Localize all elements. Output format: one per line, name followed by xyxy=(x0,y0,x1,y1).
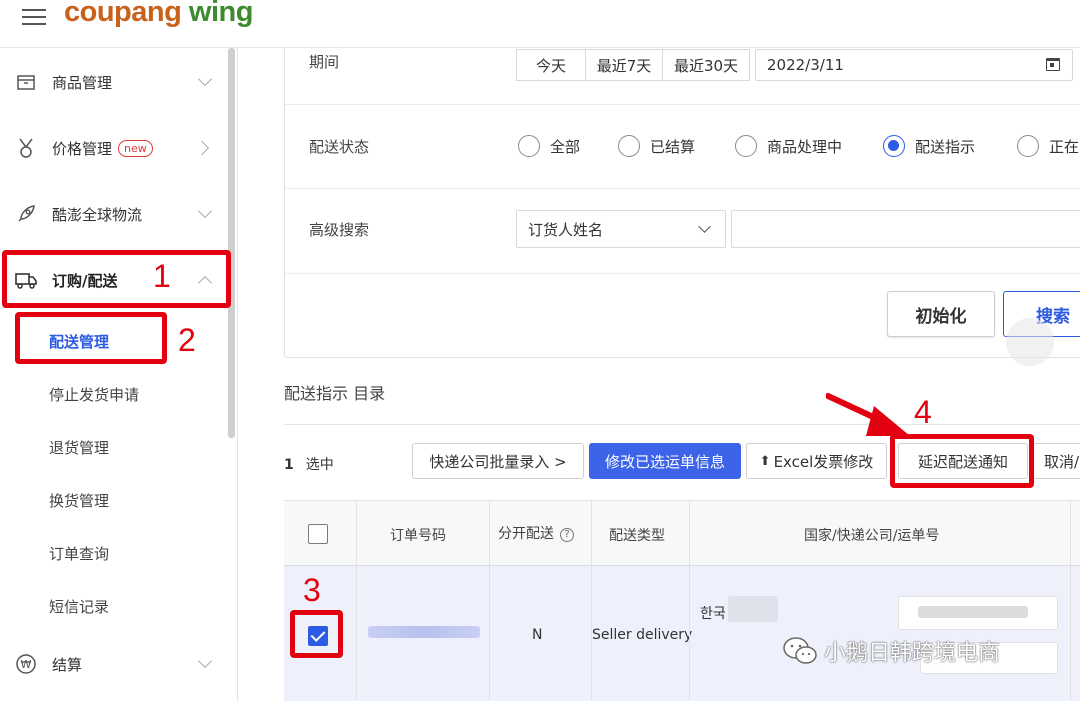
annotation-number-2: 2 xyxy=(178,322,196,358)
period-7days-button[interactable]: 最近7天 xyxy=(585,49,663,81)
watermark: 小鹅日韩跨境电商 xyxy=(782,635,1000,667)
upload-icon: ⬆ xyxy=(759,453,771,469)
cancel-button[interactable]: 取消/ xyxy=(1033,443,1080,479)
radio-circle xyxy=(518,135,540,157)
table-row[interactable]: N Seller delivery 한국 xyxy=(284,566,1080,701)
search-type-select[interactable]: 订货人姓名 xyxy=(516,210,726,248)
annotation-number-1: 1 xyxy=(153,258,171,294)
top-header: coupang wing xyxy=(0,0,1080,48)
split-delivery-value: N xyxy=(532,627,543,643)
delivery-type-value: Seller delivery xyxy=(592,627,693,643)
sidebar-subitem-order-search[interactable]: 订单查询 xyxy=(49,543,109,564)
radio-circle xyxy=(735,135,757,157)
chevron-down-icon xyxy=(197,203,213,219)
rocket-icon xyxy=(14,202,38,226)
selected-count: 1 选中 xyxy=(284,457,334,473)
won-coin-icon: ₩ xyxy=(14,652,38,676)
period-label: 期间 xyxy=(309,53,340,71)
svg-text:₩: ₩ xyxy=(21,658,32,671)
sidebar-subitem-stop-shipping[interactable]: 停止发货申请 xyxy=(49,384,139,405)
chevron-down-icon xyxy=(197,653,213,669)
column-delivery-type: 配送类型 xyxy=(609,528,665,544)
order-number-blurred xyxy=(368,626,480,638)
box-icon xyxy=(14,70,38,94)
table-header: 订单号码 分开配送? 配送类型 国家/快递公司/运单号 xyxy=(284,500,1080,566)
select-all-checkbox[interactable] xyxy=(308,524,328,544)
sidebar-subitem-sms-log[interactable]: 短信记录 xyxy=(49,596,109,617)
chevron-down-icon xyxy=(698,220,711,233)
annotation-arrow-icon xyxy=(826,393,910,436)
excel-invoice-button[interactable]: ⬆ Excel发票修改 xyxy=(746,443,887,479)
date-field[interactable]: 2022/3/11 xyxy=(755,49,1073,81)
annotation-box-2 xyxy=(15,312,167,364)
sidebar-item-product[interactable]: 商品管理 xyxy=(0,50,228,114)
annotation-number-4: 4 xyxy=(914,394,932,430)
filter-panel: 期间 今天 最近7天 最近30天 2022/3/11 配送状态 全部 已结算 商… xyxy=(284,46,1080,358)
status-radio-delivery-instruction[interactable]: 配送指示 xyxy=(883,135,975,157)
radio-circle-selected xyxy=(883,135,905,157)
menu-icon[interactable] xyxy=(22,9,46,25)
sidebar-subitem-exchange[interactable]: 换货管理 xyxy=(49,490,109,511)
sidebar-item-settlement[interactable]: ₩ 结算 xyxy=(0,632,228,696)
status-radio-processing[interactable]: 商品处理中 xyxy=(735,135,842,157)
sidebar: 商品管理 价格管理 new 酷澎全球物流 订购/配送 配送管理 停止发货申请 退货… xyxy=(0,48,238,701)
calendar-icon[interactable] xyxy=(1046,58,1060,71)
coupang-wing-logo[interactable]: coupang wing xyxy=(64,0,253,29)
main-content: 期间 今天 最近7天 最近30天 2022/3/11 配送状态 全部 已结算 商… xyxy=(238,46,1080,701)
search-input[interactable] xyxy=(731,210,1080,248)
sidebar-item-price[interactable]: 价格管理 new xyxy=(0,116,228,180)
radio-circle xyxy=(618,135,640,157)
new-badge: new xyxy=(118,139,153,157)
status-radio-in-progress[interactable]: 正在 xyxy=(1017,135,1079,157)
column-order-number: 订单号码 xyxy=(390,528,446,544)
sidebar-scrollbar[interactable] xyxy=(228,48,235,438)
waybill-blurred xyxy=(918,606,1028,618)
medal-icon xyxy=(14,136,38,160)
annotation-box-3 xyxy=(290,610,343,658)
annotation-box-1 xyxy=(2,250,231,308)
column-split-delivery: 分开配送? xyxy=(498,523,574,543)
period-30days-button[interactable]: 最近30天 xyxy=(662,49,750,81)
help-icon[interactable]: ? xyxy=(560,528,574,542)
radio-circle xyxy=(1017,135,1039,157)
delivery-status-label: 配送状态 xyxy=(309,138,370,156)
courier-blurred xyxy=(728,596,778,622)
wechat-icon xyxy=(783,637,817,664)
bulk-courier-entry-button[interactable]: 快递公司批量录入 > xyxy=(412,443,584,479)
modify-waybill-button[interactable]: 修改已选运单信息 xyxy=(589,443,741,479)
floating-help-bubble[interactable] xyxy=(1006,318,1054,366)
period-today-button[interactable]: 今天 xyxy=(516,49,586,81)
chevron-right-icon xyxy=(194,140,210,156)
annotation-number-3: 3 xyxy=(303,572,321,608)
list-title: 配送指示 目录 xyxy=(284,384,386,403)
sidebar-item-global-logistics[interactable]: 酷澎全球物流 xyxy=(0,182,228,246)
advanced-search-label: 高级搜索 xyxy=(309,221,370,239)
status-radio-settled[interactable]: 已结算 xyxy=(618,135,695,157)
country-value: 한국 xyxy=(700,606,726,622)
status-radio-all[interactable]: 全部 xyxy=(518,135,580,157)
reset-button[interactable]: 初始化 xyxy=(887,291,995,337)
chevron-down-icon xyxy=(197,71,213,87)
sidebar-item-label: 价格管理 new xyxy=(52,138,153,159)
column-country-courier-waybill: 国家/快递公司/运单号 xyxy=(804,528,940,544)
sidebar-subitem-returns[interactable]: 退货管理 xyxy=(49,437,109,458)
